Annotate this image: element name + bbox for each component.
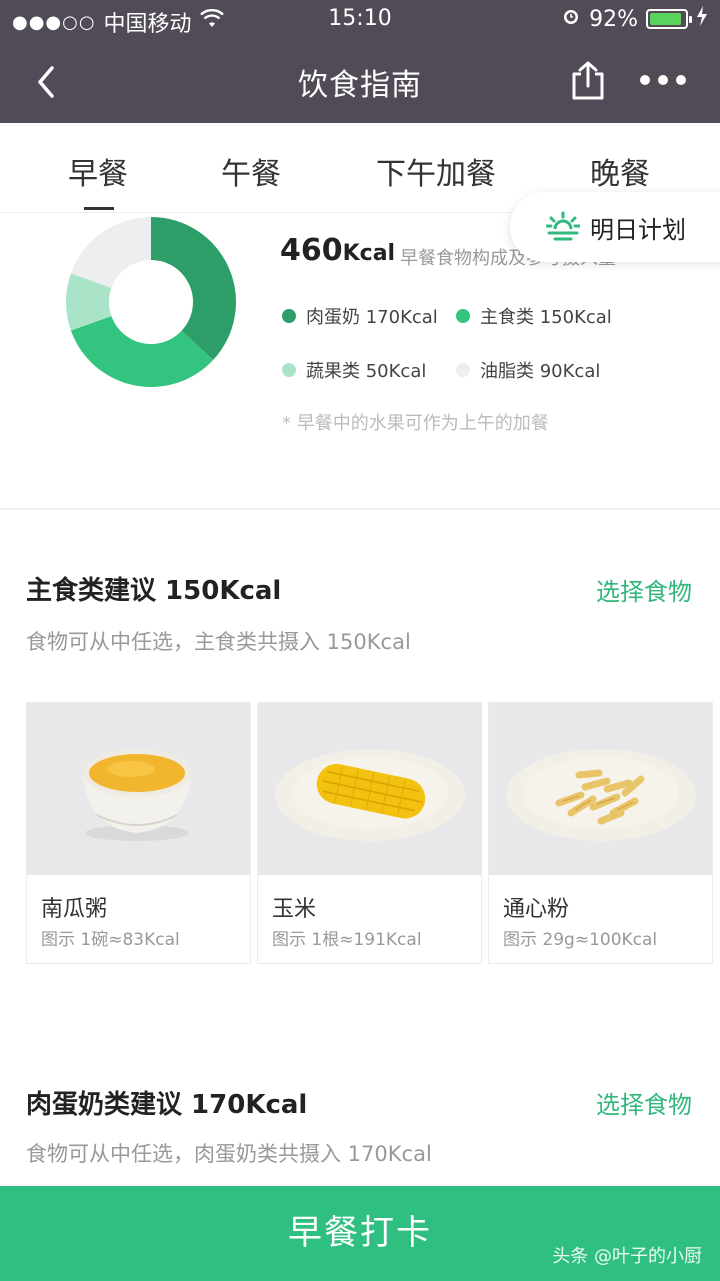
donut-segment-3 [70, 217, 151, 288]
share-button[interactable] [568, 60, 608, 102]
legend-item-protein: 肉蛋奶 170Kcal [282, 303, 438, 329]
legend-item-vegfruit: 蔬果类 50Kcal [282, 357, 426, 383]
total-value: 460 [280, 233, 343, 268]
tab-breakfast[interactable]: 早餐 [68, 149, 128, 193]
legend-dot [456, 363, 470, 377]
food-name: 南瓜粥 [41, 897, 108, 922]
total-calories: 460Kcal [280, 233, 395, 268]
tab-afternoon-snack[interactable]: 下午加餐 [376, 149, 496, 193]
food-card-pumpkin-porridge[interactable]: 南瓜粥 图示 1碗≈83Kcal [26, 702, 251, 964]
more-dot-icon [676, 75, 686, 85]
alarm-icon [561, 6, 581, 32]
more-button[interactable] [640, 70, 686, 90]
legend-dot [282, 363, 296, 377]
food-image-macaroni [489, 703, 712, 875]
page-title: 饮食指南 [298, 68, 422, 103]
food-portion: 图示 1根≈191Kcal [272, 930, 422, 950]
protein-section-title: 肉蛋奶类建议 170Kcal [26, 1090, 308, 1120]
donut-segment-0 [151, 217, 236, 361]
share-icon [572, 61, 604, 100]
status-bar: ●●●○○ 中国移动 15:10 92% [0, 0, 720, 40]
summary-note: * 早餐中的水果可作为上午的加餐 [282, 413, 549, 434]
charging-icon [696, 6, 708, 32]
food-image-corn [258, 703, 481, 875]
protein-select-food-link[interactable]: 选择食物 [596, 1085, 692, 1120]
tomorrow-plan-label: 明日计划 [590, 215, 686, 244]
total-unit: Kcal [342, 241, 396, 266]
staple-section-subtitle: 食物可从中任选，主食类共摄入 150Kcal [26, 630, 411, 654]
tomorrow-plan-button[interactable]: 明日计划 [510, 192, 720, 262]
legend-label: 蔬果类 50Kcal [306, 361, 427, 382]
tab-dinner[interactable]: 晚餐 [590, 149, 650, 193]
food-name: 玉米 [272, 897, 317, 922]
protein-section-subtitle: 食物可从中任选，肉蛋奶类共摄入 170Kcal [26, 1142, 432, 1166]
staple-food-list: 南瓜粥 图示 1碗≈83Kcal 玉米 图示 1根≈191Kcal 通心粉 图示… [26, 702, 720, 964]
legend-item-fat: 油脂类 90Kcal [456, 357, 600, 383]
battery-icon [646, 9, 692, 29]
sunrise-icon [546, 211, 580, 241]
staple-section-title: 主食类建议 150Kcal [26, 576, 282, 606]
calorie-donut-chart [66, 217, 236, 387]
legend-label: 油脂类 90Kcal [480, 361, 601, 382]
food-card-macaroni[interactable]: 通心粉 图示 29g≈100Kcal [488, 702, 713, 964]
legend-dot [456, 309, 470, 323]
section-divider [0, 508, 720, 510]
watermark: 头条 @叶子的小厨 [552, 1246, 702, 1267]
food-portion: 图示 29g≈100Kcal [503, 930, 658, 950]
legend-label: 肉蛋奶 170Kcal [306, 307, 438, 328]
staple-select-food-link[interactable]: 选择食物 [596, 572, 692, 607]
more-dot-icon [658, 75, 668, 85]
food-image-pumpkin-porridge [27, 703, 250, 875]
more-dot-icon [640, 75, 650, 85]
active-tab-indicator [84, 207, 114, 210]
food-card-corn[interactable]: 玉米 图示 1根≈191Kcal [257, 702, 482, 964]
legend-dot [282, 309, 296, 323]
food-portion: 图示 1碗≈83Kcal [41, 930, 180, 950]
battery-percent: 92% [589, 6, 638, 32]
tab-lunch[interactable]: 午餐 [221, 149, 281, 193]
legend-item-staple: 主食类 150Kcal [456, 303, 612, 329]
legend-label: 主食类 150Kcal [480, 307, 612, 328]
nav-bar: 饮食指南 [0, 40, 720, 123]
food-name: 通心粉 [503, 897, 570, 922]
